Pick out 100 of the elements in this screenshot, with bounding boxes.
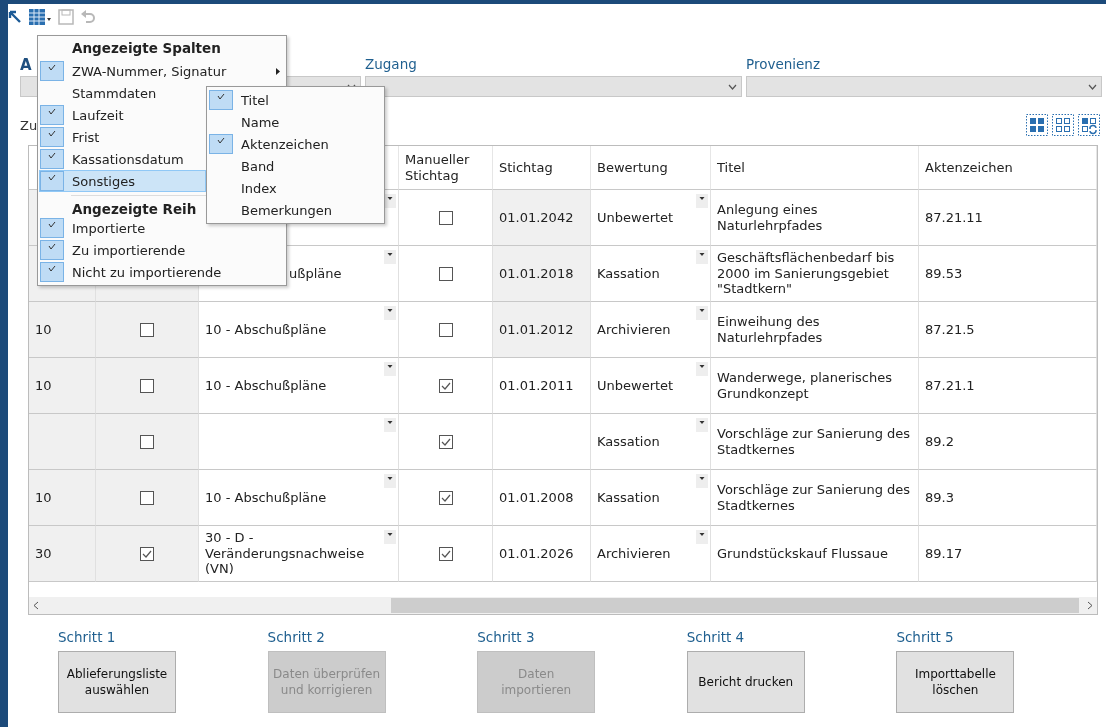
table-cell: 10 [29,470,96,526]
submenu-arrow-icon [276,67,280,75]
checkbox[interactable] [140,546,154,561]
table-cell: Anlegung eines Naturlehrpfades [711,190,919,246]
table-cell: 01.01.2042 [493,190,591,246]
table-columns-icon[interactable] [28,8,52,26]
combo-cell[interactable]: Unbewertet [591,190,711,246]
menu-item[interactable]: Titel [208,89,383,111]
caret-icon [384,474,396,488]
combo-cell[interactable]: 10 - Abschußpläne [199,358,399,414]
combo-cell[interactable]: Kassation [591,414,711,470]
table-cell: 30 [29,526,96,582]
table-cell: 01.01.2008 [493,470,591,526]
section-label: Zu [20,117,38,133]
scroll-right-icon[interactable] [1087,601,1093,610]
step-label: Schritt 4 [686,629,746,645]
table-cell: 01.01.2012 [493,302,591,358]
combo-cell[interactable]: Kassation [591,246,711,302]
caret-icon [384,362,396,376]
menu-heading: Angezeigte Spalten [71,39,222,58]
menu-heading: Angezeigte Reih [71,200,198,217]
menu-item[interactable]: Stammdaten [39,82,206,104]
dropdown-field[interactable] [746,76,1102,97]
toggle-layout-icon[interactable] [1078,114,1100,136]
table-cell: Vorschläge zur Sanierung des Stadtkernes [711,414,919,470]
checkbox[interactable] [438,378,453,393]
checkbox[interactable] [438,322,453,337]
chevron-down-icon [728,83,737,90]
menu-item[interactable]: Laufzeit [39,104,206,126]
back-arrow-icon[interactable] [8,10,22,24]
table-cell: 89.3 [919,470,1097,526]
menu-item[interactable]: Frist [39,126,206,148]
caret-icon [384,306,396,320]
chevron-down-icon [1088,83,1097,90]
combo-cell[interactable]: Archivieren [591,302,711,358]
menu-item[interactable]: Kassationsdatum [39,148,206,170]
checkbox[interactable] [438,490,453,505]
checkbox[interactable] [438,434,453,449]
dropdown-field[interactable] [365,76,742,97]
step-button[interactable]: Bericht drucken [686,651,805,713]
menu-item[interactable]: Band [208,155,383,177]
table-cell: 01.01.2018 [493,246,591,302]
filter-label: Zugang [365,56,417,74]
menu-item[interactable]: Sonstiges [39,170,206,192]
table-cell: Vorschläge zur Sanierung des Stadtkernes [711,470,919,526]
table-cell: 89.2 [919,414,1097,470]
combo-cell[interactable]: Unbewertet [591,358,711,414]
table-cell: 87.21.11 [919,190,1097,246]
combo-cell[interactable]: 10 - Abschußpläne [199,302,399,358]
caret-icon [696,530,708,544]
table-cell: 01.01.2011 [493,358,591,414]
checkbox[interactable] [438,210,453,225]
table-cell: 10 [29,302,96,358]
checkbox[interactable] [140,322,154,337]
checkbox[interactable] [140,434,154,449]
checkbox[interactable] [438,266,453,281]
table-cell: 89.53 [919,246,1097,302]
column-header[interactable]: Manueller Stichtag [399,146,493,190]
checkbox[interactable] [140,490,154,505]
step-label: Schritt 2 [267,629,326,645]
expand-all-icon[interactable] [1026,114,1048,136]
table-cell: Geschäftsflächenbedarf bis 2000 im Sanierungsgebiet "Stadtkern" [711,246,919,302]
table-cell: Wanderwege, planerisches Grundkonzept [711,358,919,414]
menu-item[interactable]: Aktenzeichen [208,133,383,155]
combo-cell[interactable]: 30 - D - Veränderungsnachweise (VN) [199,526,399,582]
caret-icon [696,306,708,320]
step-button[interactable]: Importtabelle löschen [896,651,1015,713]
scroll-left-icon[interactable] [33,601,39,610]
table-cell: 10 [29,358,96,414]
combo-cell[interactable]: 10 - Abschußpläne [199,470,399,526]
column-header[interactable]: Aktenzeichen [919,146,1097,190]
filter-label: A [20,56,32,76]
caret-icon [384,530,396,544]
caret-icon [696,474,708,488]
combo-cell[interactable]: Archivieren [591,526,711,582]
caret-icon [696,250,708,264]
column-header[interactable]: Titel [711,146,919,190]
caret-icon [696,362,708,376]
caret-icon [384,250,396,264]
caret-icon [696,418,708,432]
checkbox[interactable] [438,546,453,561]
horizontal-scrollbar[interactable] [29,597,1097,614]
caret-icon [696,194,708,208]
column-header[interactable]: Bewertung [591,146,711,190]
step-button[interactable]: Ablieferungsliste auswählen [58,651,176,713]
combo-cell[interactable]: Kassation [591,470,711,526]
table-cell: Grundstückskauf Flussaue [711,526,919,582]
table-cell: 87.21.5 [919,302,1097,358]
menu-item[interactable]: Index [208,177,383,199]
combo-cell[interactable] [199,414,399,470]
step-label: Schritt 5 [896,629,955,645]
checkbox[interactable] [140,378,154,393]
table-cell: Einweihung des Naturlehrpfades [711,302,919,358]
table-cell: 01.01.2026 [493,526,591,582]
filter-label: Provenienz [746,56,820,74]
caret-icon [384,418,396,432]
collapse-all-icon[interactable] [1052,114,1074,136]
step-label: Schritt 3 [477,629,536,645]
menu-item[interactable]: ZWA-Nummer, Signatur [39,60,285,82]
menu-item[interactable]: Name [208,111,383,133]
